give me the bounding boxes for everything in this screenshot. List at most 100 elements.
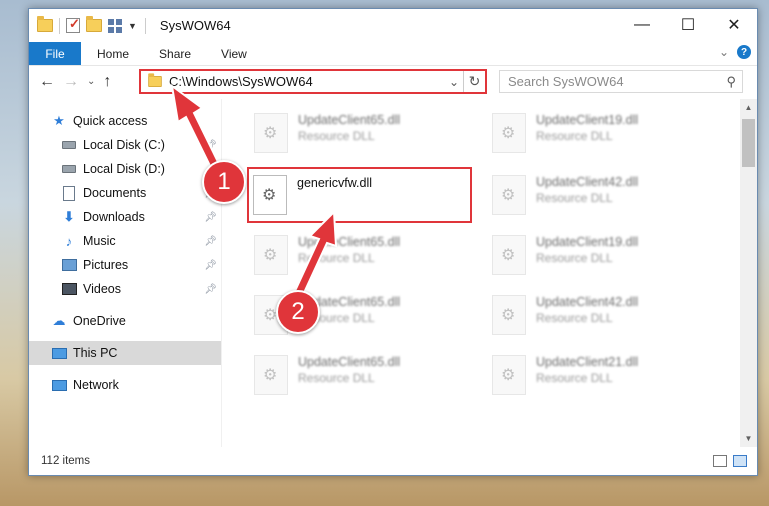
step-1-badge: 1 [202,160,246,204]
pin-icon[interactable]: 📌︎ [204,284,217,295]
file-item[interactable]: UpdateClient65.dll Resource DLL [248,349,470,397]
file-item[interactable]: UpdateClient19.dll Resource DLL [486,107,708,155]
drive-icon [61,161,77,177]
sidebar-item-label: Downloads [83,210,145,224]
file-name: UpdateClient19.dll [536,235,639,249]
minimize-button[interactable]: — [619,9,665,41]
file-type: Resource DLL [536,311,613,325]
sidebar-item-music[interactable]: ♪ Music 📌︎ [29,229,221,253]
file-list: UpdateClient65.dll Resource DLL genericvf… [222,99,757,447]
file-type: Resource DLL [536,191,613,205]
dll-file-icon [253,175,287,215]
file-item[interactable]: UpdateClient21.dll Resource DLL [486,349,708,397]
tab-home[interactable]: Home [81,42,143,65]
large-icons-view-icon[interactable] [733,455,747,467]
computer-icon [51,345,67,361]
file-type: Resource DLL [536,251,613,265]
back-arrow-icon[interactable]: ← [39,73,55,91]
pictures-icon [61,257,77,273]
sidebar-item-documents[interactable]: Documents 📌︎ [29,181,221,205]
scrollbar-thumb[interactable] [742,119,755,167]
file-item[interactable]: UpdateClient19.dll Resource DLL [486,229,708,277]
scroll-up-icon[interactable]: ▲ [740,99,757,116]
maximize-button[interactable]: ☐ [665,9,711,41]
pin-icon[interactable]: 📌︎ [204,260,217,271]
file-type: Resource DLL [298,251,375,265]
file-item[interactable]: UpdateClient65.dll Resource DLL [248,107,470,155]
navigation-pane: ★ Quick access Local Disk (C:) 📌︎ Local … [29,99,222,447]
up-arrow-icon[interactable]: ↑ [103,73,111,91]
dll-file-icon [492,235,526,275]
dll-file-icon [492,175,526,215]
pin-icon[interactable]: 📌︎ [204,212,217,223]
download-icon: ⬇ [63,209,75,224]
toolbar-dropdown-icon[interactable]: ▼ [128,21,137,31]
sidebar-item-videos[interactable]: Videos 📌︎ [29,277,221,301]
dll-file-icon [254,355,288,395]
file-type: Resource DLL [536,129,613,143]
star-icon: ★ [53,113,65,128]
sidebar-item-local-disk-d[interactable]: Local Disk (D:) [29,157,221,181]
sidebar-item-label: Network [73,378,119,392]
pin-icon[interactable]: 📌︎ [204,236,217,247]
address-path[interactable]: C:\Windows\SysWOW64 [169,74,445,89]
sidebar-item-pictures[interactable]: Pictures 📌︎ [29,253,221,277]
sidebar-item-local-disk-c[interactable]: Local Disk (C:) 📌︎ [29,133,221,157]
sidebar-item-label: OneDrive [73,314,126,328]
dll-file-icon [492,113,526,153]
ribbon-right-controls: ⌄ ? [719,45,751,59]
close-button[interactable]: ✕ [711,9,757,41]
tab-view[interactable]: View [205,42,261,65]
navigation-buttons: ← → ⌄ ↑ [39,73,111,91]
documents-icon [61,185,77,201]
sidebar-item-label: Local Disk (C:) [83,138,165,152]
customize-view-icon[interactable] [108,18,122,33]
folder-icon [37,16,53,32]
search-input[interactable]: Search SysWOW64 ⚲ [499,70,743,93]
sidebar-item-onedrive[interactable]: ☁ OneDrive [29,309,221,333]
details-view-icon[interactable] [713,455,727,467]
sidebar-item-network[interactable]: Network [29,373,221,397]
forward-arrow-icon[interactable]: → [63,73,79,91]
file-item[interactable]: UpdateClient65.dll Resource DLL [248,229,470,277]
address-dropdown-icon[interactable]: ⌄ [445,75,463,89]
file-item-genericvfw[interactable]: genericvfw.dll [247,167,472,223]
properties-icon[interactable] [66,16,80,33]
dll-file-icon [254,235,288,275]
window-title: SysWOW64 [159,18,231,33]
sidebar-item-label: Local Disk (D:) [83,162,165,176]
refresh-icon[interactable]: ↻ [463,71,485,92]
new-folder-icon[interactable] [86,16,102,32]
tab-share[interactable]: Share [143,42,205,65]
sidebar-item-label: Quick access [73,114,148,128]
tab-file[interactable]: File [29,42,81,65]
recent-locations-icon[interactable]: ⌄ [87,76,95,87]
file-name: UpdateClient65.dll [298,355,401,369]
sidebar-item-label: Videos [83,282,121,296]
help-icon[interactable]: ? [737,45,751,59]
file-item[interactable]: UpdateClient42.dll Resource DLL [486,289,708,337]
pin-icon[interactable]: 📌︎ [204,140,217,151]
address-bar[interactable]: C:\Windows\SysWOW64 ⌄ ↻ [139,69,487,94]
sidebar-item-label: Documents [83,186,147,200]
address-row: ← → ⌄ ↑ C:\Windows\SysWOW64 ⌄ ↻ Search S… [29,65,757,97]
file-type: Resource DLL [536,371,613,385]
sidebar-item-downloads[interactable]: ⬇ Downloads 📌︎ [29,205,221,229]
title-bar: ▼ SysWOW64 — ☐ ✕ [29,9,757,42]
file-item[interactable]: UpdateClient42.dll Resource DLL [486,169,708,217]
sidebar-item-this-pc[interactable]: This PC [29,341,221,365]
drive-icon [61,137,77,153]
vertical-scrollbar[interactable]: ▲ ▼ [740,99,757,447]
scroll-down-icon[interactable]: ▼ [740,430,757,447]
cloud-icon: ☁ [52,313,66,328]
file-type: Resource DLL [298,129,375,143]
sidebar-item-label: Pictures [83,258,129,272]
dll-file-icon [492,295,526,335]
dll-file-icon [492,355,526,395]
expand-ribbon-icon[interactable]: ⌄ [719,45,729,59]
quick-access-toolbar: ▼ [37,16,137,34]
network-icon [51,377,67,393]
sidebar-item-quick-access[interactable]: ★ Quick access [29,109,221,133]
search-icon[interactable]: ⚲ [726,74,736,90]
